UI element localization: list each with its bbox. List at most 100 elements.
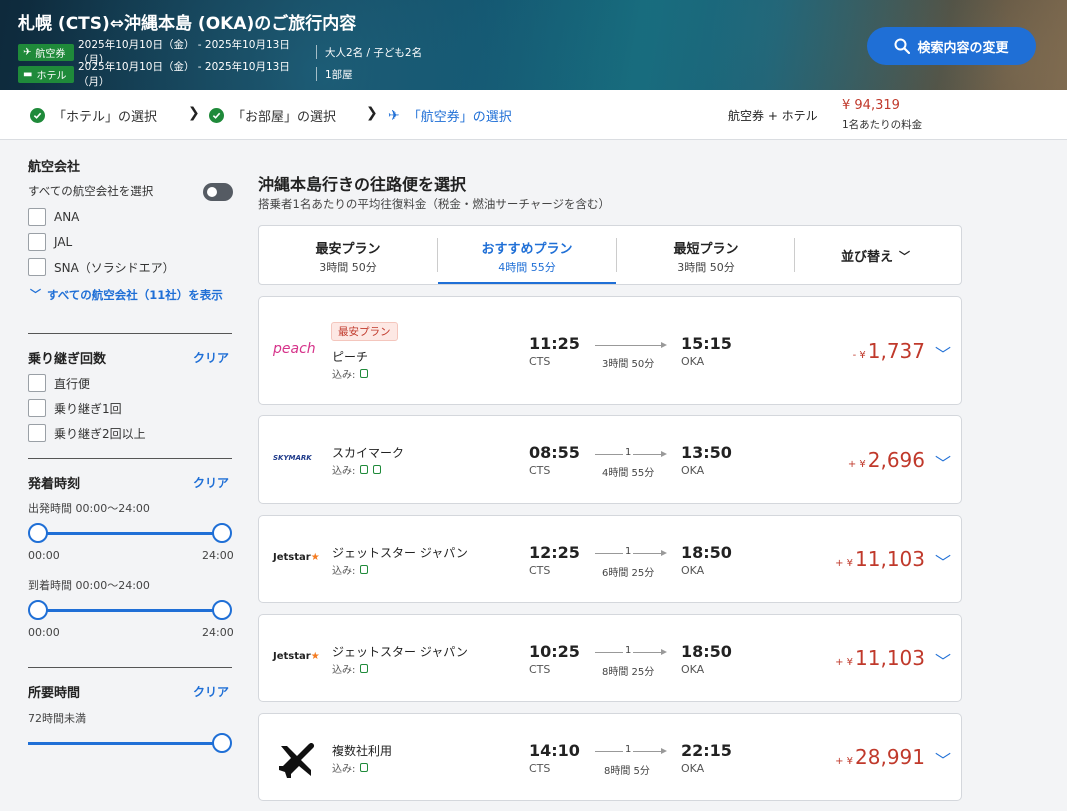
departure-time: 08:55 xyxy=(529,443,580,462)
flight-duration: 4時間 55分 xyxy=(602,468,655,479)
package-price-note: 1名あたりの料金 xyxy=(842,119,923,131)
chevron-down-icon[interactable]: ﹀ xyxy=(935,648,951,672)
included-baggage: 込み: xyxy=(332,661,369,676)
breadcrumb-flight: ✈ 「航空券」の選択 xyxy=(388,107,512,126)
trip-header: 札幌 (CTS)⇔沖縄本島 (OKA)のご旅行内容 ✈ 航空券 2025年10月1… xyxy=(0,0,1067,90)
depart-time-slider[interactable] xyxy=(38,532,222,535)
airline-name: 複数社利用 xyxy=(332,744,393,758)
room-count: 1部屋 xyxy=(325,68,353,81)
airline-option-sna[interactable]: SNA（ソラシドエア） xyxy=(28,258,175,276)
departure-time: 12:25 xyxy=(529,543,580,562)
flight-card[interactable]: SKYMARK スカイマーク 込み: 08:55 CTS 1 4時間 55分 1… xyxy=(258,415,962,504)
tab-cheapest[interactable]: 最安プラン 3時間 50分 xyxy=(259,226,437,284)
checkbox[interactable] xyxy=(28,374,46,392)
included-baggage: 込み: xyxy=(332,462,382,477)
arrival-time: 18:50 xyxy=(681,642,732,661)
arrival-time: 18:50 xyxy=(681,543,732,562)
flight-card[interactable]: peach 最安プラン ピーチ 込み: 11:25 CTS 3時間 50分 15… xyxy=(258,296,962,405)
checkbox[interactable] xyxy=(28,233,46,251)
chevron-down-icon[interactable]: ﹀ xyxy=(935,450,951,474)
cheapest-badge: 最安プラン xyxy=(331,322,398,341)
depart-min-value: 00:00 xyxy=(28,549,60,562)
show-all-airlines-link[interactable]: ﹀ すべての航空会社（11社）を表示 xyxy=(30,287,230,303)
chevron-down-icon: ﹀ xyxy=(30,288,41,301)
arrival-time: 15:15 xyxy=(681,334,732,353)
chevron-down-icon[interactable]: ﹀ xyxy=(935,549,951,573)
checkbox[interactable] xyxy=(28,208,46,226)
plane-icon: ✈ xyxy=(388,107,400,124)
breadcrumb-hotel[interactable]: 「ホテル」の選択 xyxy=(30,106,157,125)
multi-airline-plane-icon xyxy=(277,738,319,784)
departure-time: 11:25 xyxy=(529,334,580,353)
divider xyxy=(28,667,232,668)
arrival-airport: OKA xyxy=(681,762,705,775)
checkbox[interactable] xyxy=(28,424,46,442)
chevron-down-icon: ﹀ xyxy=(899,249,911,263)
arrival-time: 22:15 xyxy=(681,741,732,760)
duration-slider[interactable] xyxy=(28,742,222,745)
chevron-down-icon[interactable]: ﹀ xyxy=(935,341,951,365)
passenger-count: 大人2名 / 子ども2名 xyxy=(325,46,423,59)
arrive-max-value: 24:00 xyxy=(202,626,234,639)
chevron-right-icon: ❯ xyxy=(366,105,378,121)
price-difference: + ¥2,696 xyxy=(847,448,925,472)
duration-filter-heading: 所要時間 xyxy=(28,686,81,701)
checkbox[interactable] xyxy=(28,258,46,276)
change-search-button[interactable]: 検索内容の変更 xyxy=(867,27,1036,65)
tab-shortest[interactable]: 最短プラン 3時間 50分 xyxy=(617,226,795,284)
flight-card[interactable]: 複数社利用 込み: 14:10 CTS 1 8時間 5分 22:15 OKA +… xyxy=(258,713,962,801)
arrival-airport: OKA xyxy=(681,355,705,368)
bed-icon: ▬ xyxy=(23,68,33,80)
airline-name: ジェットスター ジャパン xyxy=(332,546,468,560)
price-difference: + ¥11,103 xyxy=(835,646,925,670)
flight-card[interactable]: Jetstar★ ジェットスター ジャパン 込み: 12:25 CTS 1 6時… xyxy=(258,515,962,603)
star-icon: ★ xyxy=(310,651,320,662)
chevron-down-icon[interactable]: ﹀ xyxy=(935,747,951,771)
search-icon xyxy=(894,38,911,54)
arrival-time: 13:50 xyxy=(681,443,732,462)
airline-name: ジェットスター ジャパン xyxy=(332,645,468,659)
arrive-time-slider[interactable] xyxy=(38,609,222,612)
divider xyxy=(28,458,232,459)
duration-max-handle[interactable] xyxy=(212,733,232,753)
stops-filter-heading: 乗り継ぎ回数 xyxy=(28,352,107,367)
plane-icon: ✈ xyxy=(23,46,32,58)
airline-logo: Jetstar★ xyxy=(273,552,320,563)
checkbox[interactable] xyxy=(28,399,46,417)
arrive-min-handle[interactable] xyxy=(28,600,48,620)
depart-max-value: 24:00 xyxy=(202,549,234,562)
airline-option-jal[interactable]: JAL xyxy=(28,233,72,251)
divider xyxy=(28,333,232,334)
airline-option-ana[interactable]: ANA xyxy=(28,208,79,226)
departure-time: 14:10 xyxy=(529,741,580,760)
stops-option-nonstop[interactable]: 直行便 xyxy=(28,374,90,392)
divider xyxy=(316,67,317,81)
change-search-label: 検索内容の変更 xyxy=(917,39,1009,55)
time-filter-heading: 発着時刻 xyxy=(28,477,81,492)
stops-option-one[interactable]: 乗り継ぎ1回 xyxy=(28,399,122,417)
arrive-max-handle[interactable] xyxy=(212,600,232,620)
breadcrumb: 「ホテル」の選択 ❯ 「お部屋」の選択 ❯ ✈ 「航空券」の選択 xyxy=(0,90,1067,140)
departure-airport: CTS xyxy=(529,762,551,775)
stops-option-two-plus[interactable]: 乗り継ぎ2回以上 xyxy=(28,424,146,442)
depart-min-handle[interactable] xyxy=(28,523,48,543)
checked-bag-icon xyxy=(373,465,382,474)
select-all-airlines-toggle[interactable] xyxy=(203,183,233,201)
stop-count: 1 xyxy=(623,744,634,755)
tab-recommended[interactable]: おすすめプラン 4時間 55分 xyxy=(438,226,616,284)
depart-max-handle[interactable] xyxy=(212,523,232,543)
sort-dropdown[interactable]: 並び替え ﹀ xyxy=(841,246,911,266)
trip-title: 札幌 (CTS)⇔沖縄本島 (OKA)のご旅行内容 xyxy=(18,14,357,34)
stop-count: 1 xyxy=(623,645,634,656)
carry-on-bag-icon xyxy=(360,465,369,474)
stop-count: 1 xyxy=(623,546,634,557)
departure-airport: CTS xyxy=(529,564,551,577)
carry-on-bag-icon xyxy=(360,664,369,673)
flight-tag: ✈ 航空券 xyxy=(18,43,74,61)
breadcrumb-room[interactable]: 「お部屋」の選択 xyxy=(209,106,336,125)
flight-card[interactable]: Jetstar★ ジェットスター ジャパン 込み: 10:25 CTS 1 8時… xyxy=(258,614,962,702)
depart-time-label: 出発時間 00:00～24:00 xyxy=(28,502,150,515)
arrival-airport: OKA xyxy=(681,564,705,577)
airline-logo: Jetstar★ xyxy=(273,651,320,662)
chevron-right-icon: ❯ xyxy=(188,105,200,121)
